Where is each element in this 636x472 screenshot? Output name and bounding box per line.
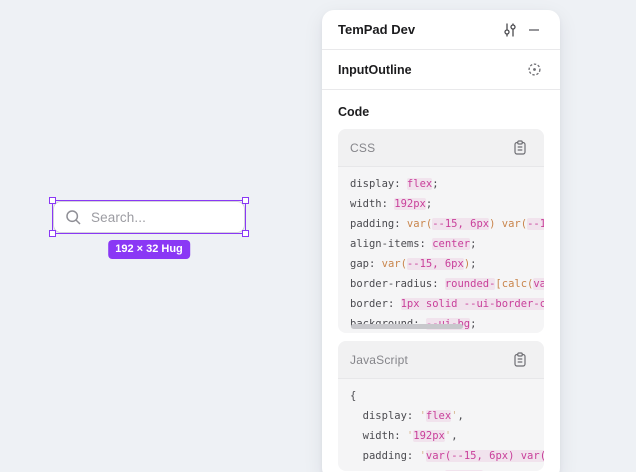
search-placeholder: Search... <box>91 210 146 225</box>
locate-icon[interactable] <box>522 58 546 82</box>
panel-title: TemPad Dev <box>338 22 498 37</box>
js-code-card: JavaScript { display: 'flex', width: '19… <box>338 341 544 471</box>
search-input[interactable]: Search... <box>53 201 245 233</box>
tempad-dev-panel: TemPad Dev InputOutline Code C <box>322 10 560 472</box>
css-card-label: CSS <box>350 141 508 155</box>
css-code-card: CSS display: flex;width: 192px;padding: … <box>338 129 544 333</box>
css-card-header: CSS <box>338 129 544 167</box>
size-badge: 192 × 32 Hug <box>108 240 190 259</box>
minimize-icon[interactable] <box>522 18 546 42</box>
css-code-body[interactable]: display: flex;width: 192px;padding: var(… <box>338 167 544 333</box>
horizontal-scrollbar[interactable] <box>351 324 463 329</box>
js-code-body[interactable]: { display: 'flex', width: '192px', paddi… <box>338 379 544 471</box>
component-name: InputOutline <box>338 63 522 77</box>
selection-handle-top-left[interactable] <box>49 197 56 204</box>
selected-component[interactable]: Search... 192 × 32 Hug <box>53 201 245 233</box>
selection-handle-bottom-left[interactable] <box>49 230 56 237</box>
code-section-title: Code <box>338 105 544 119</box>
search-icon <box>65 209 82 226</box>
js-card-label: JavaScript <box>350 353 508 367</box>
component-row: InputOutline <box>322 50 560 90</box>
sliders-icon[interactable] <box>498 18 522 42</box>
panel-header: TemPad Dev <box>322 10 560 50</box>
clipboard-icon[interactable] <box>508 136 532 160</box>
selection-handle-top-right[interactable] <box>242 197 249 204</box>
selection-handle-bottom-right[interactable] <box>242 230 249 237</box>
clipboard-icon[interactable] <box>508 348 532 372</box>
js-card-header: JavaScript <box>338 341 544 379</box>
